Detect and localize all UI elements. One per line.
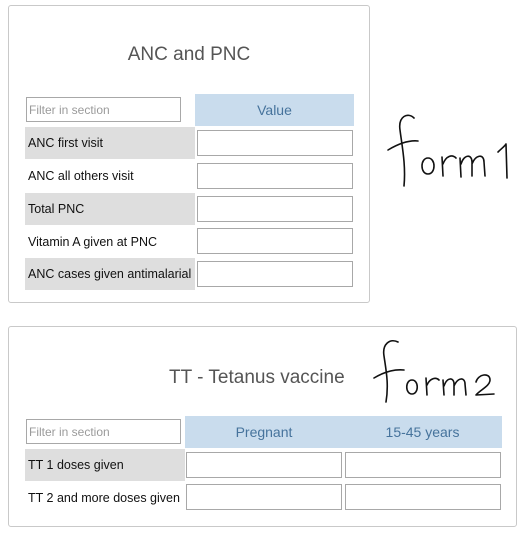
handwritten-form1-annotation — [387, 114, 508, 187]
filter-in-section-input[interactable] — [26, 419, 181, 444]
row-label-tt1-doses-given: TT 1 doses given — [25, 449, 185, 481]
row-label-total-pnc: Total PNC — [25, 193, 195, 225]
filter-in-section-input[interactable] — [26, 97, 181, 122]
vitamin-a-given-at-pnc-value-input[interactable] — [197, 228, 353, 254]
row-label-anc-first-visit: ANC first visit — [25, 127, 195, 159]
row-label-anc-cases-given-antimalarial: ANC cases given antimalarial — [25, 258, 195, 290]
handwritten-form2-annotation — [373, 340, 495, 403]
anc-first-visit-value-input[interactable] — [197, 130, 353, 156]
row-label-vitamin-a-given-at-pnc: Vitamin A given at PNC — [28, 235, 158, 249]
column-header-pregnant: Pregnant — [185, 416, 343, 448]
anc-all-others-visit-value-input[interactable] — [197, 163, 353, 189]
row-label-anc-all-others-visit: ANC all others visit — [28, 169, 134, 183]
section-title: TT - Tetanus vaccine — [169, 367, 345, 388]
tt2-pregnant-input[interactable] — [186, 484, 342, 510]
total-pnc-value-input[interactable] — [197, 196, 353, 222]
section-anc-pnc: ANC and PNC Value ANC first visit ANC al… — [8, 5, 370, 303]
tt1-15-45-years-input[interactable] — [345, 452, 501, 478]
anc-cases-given-antimalarial-value-input[interactable] — [197, 261, 353, 287]
column-header-15-45-years: 15-45 years — [343, 416, 502, 448]
section-title: ANC and PNC — [127, 44, 251, 65]
column-header-value: Value — [195, 94, 354, 126]
row-label-tt2-and-more-doses-given: TT 2 and more doses given — [28, 491, 180, 505]
tt1-pregnant-input[interactable] — [186, 452, 342, 478]
tt2-15-45-years-input[interactable] — [345, 484, 501, 510]
